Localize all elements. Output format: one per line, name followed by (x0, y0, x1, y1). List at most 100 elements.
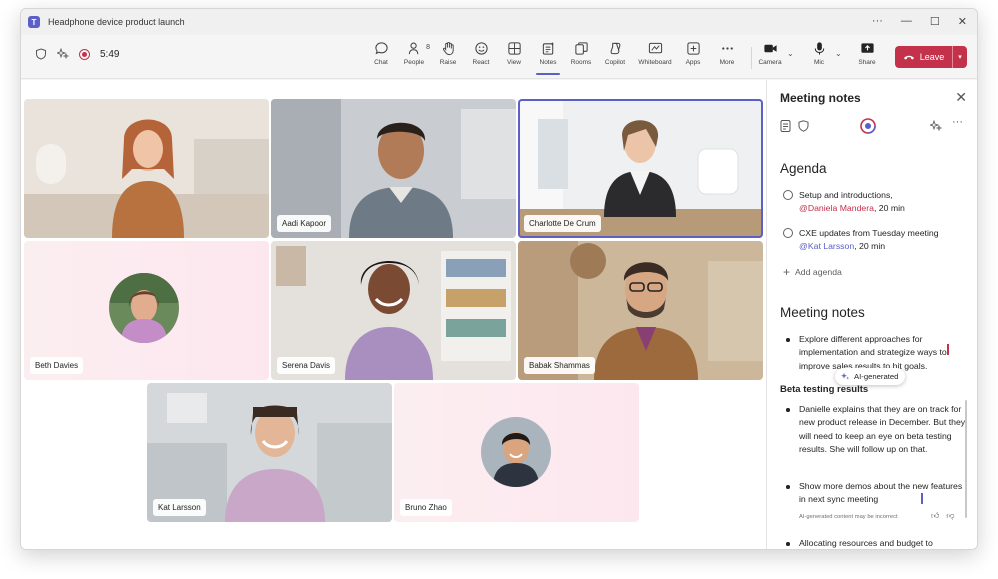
panel-more-icon[interactable]: ··· (952, 116, 963, 128)
agenda-item-duration: , 20 min (854, 241, 886, 251)
rooms-icon (574, 42, 588, 55)
agenda-checkbox[interactable] (783, 228, 793, 238)
participant-video (24, 99, 269, 238)
teams-window: T Headphone device product launch ··· — … (20, 8, 978, 550)
toolbar-notes-label: Notes (539, 59, 557, 66)
agenda-item[interactable]: CXE updates from Tuesday meeting @Kat La… (783, 227, 968, 253)
mic-icon (814, 42, 824, 55)
toolbar-apps-button[interactable]: Apps (675, 41, 711, 66)
panel-title: Meeting notes (780, 91, 861, 105)
toolbar-chat-button[interactable]: Chat (363, 41, 399, 66)
thumbs-up-icon[interactable]: 👍︎ (931, 511, 939, 521)
loop-icon[interactable] (860, 118, 876, 134)
react-icon (474, 42, 488, 55)
participant-tile[interactable]: Beth Davies (24, 241, 269, 380)
note-item[interactable]: Allocating resources and budget to diffe… (783, 537, 966, 549)
toolbar-whiteboard-label: Whiteboard (638, 59, 672, 66)
close-window-icon[interactable]: ✕ (958, 15, 967, 28)
participant-name: Kat Larsson (153, 499, 206, 516)
ai-generated-label: AI-generated (854, 372, 899, 381)
raise-hand-icon (442, 41, 454, 56)
toolbar-more-button[interactable]: More (709, 41, 745, 66)
toolbar-react-button[interactable]: React (463, 41, 499, 66)
ai-note-item[interactable]: Danielle explains that they are on track… (783, 403, 966, 457)
agenda-item-mention[interactable]: @Kat Larsson (799, 241, 854, 251)
participant-avatar (109, 273, 179, 343)
meeting-notes-panel: Meeting notes ✕ ··· Agenda Setup and int… (766, 80, 977, 549)
toolbar-whiteboard-button[interactable]: Whiteboard (635, 41, 675, 66)
more-icon (721, 47, 733, 50)
add-agenda-button[interactable]: + Add agenda (783, 265, 842, 279)
maximize-icon[interactable]: ☐ (930, 15, 940, 28)
camera-icon (763, 44, 777, 53)
sparkle-icon (841, 372, 850, 380)
add-agenda-label: Add agenda (795, 267, 842, 277)
panel-toolbar: ··· (780, 116, 968, 134)
meeting-status: 5:49 (35, 48, 119, 60)
toolbar-copilot-label: Copilot (604, 59, 626, 66)
agenda-item[interactable]: Setup and introductions, @Daniela Mander… (783, 189, 968, 215)
thumbs-down-icon[interactable]: 👎︎ (946, 511, 954, 521)
participant-tile[interactable] (24, 99, 269, 238)
ai-section-title: Beta testing results (780, 384, 869, 395)
meeting-toolbar: 5:49 Chat 8 People Raise React View Note… (21, 35, 977, 79)
shield-icon[interactable] (35, 48, 47, 60)
camera-options-chevron-icon[interactable]: ⌄ (787, 49, 794, 58)
whiteboard-icon (648, 42, 662, 54)
toolbar-camera-button[interactable]: Camera (752, 41, 788, 66)
participant-tile[interactable]: Charlotte De Crum (518, 99, 763, 238)
collaborator-cursor (947, 344, 949, 355)
toolbar-raise-button[interactable]: Raise (430, 41, 466, 66)
leave-label: Leave (919, 52, 945, 62)
toolbar-mic-button[interactable]: Mic (801, 41, 837, 66)
participant-tile[interactable]: Serena Davis (271, 241, 516, 380)
meeting-notes-heading: Meeting notes (780, 305, 865, 320)
ai-feedback: 👍︎ 👎︎ (931, 511, 955, 521)
mic-options-chevron-icon[interactable]: ⌄ (835, 49, 842, 58)
sparkle-icon[interactable] (57, 48, 69, 60)
toolbar-people-button[interactable]: 8 People (396, 41, 432, 66)
participant-name: Charlotte De Crum (524, 215, 601, 232)
agenda-item-mention[interactable]: @Daniela Mandera (799, 203, 874, 213)
participant-tile[interactable]: Kat Larsson (147, 383, 392, 522)
apps-icon (686, 42, 700, 55)
hang-up-icon (903, 55, 914, 60)
toolbar-more-label: More (719, 59, 735, 66)
document-icon[interactable] (780, 120, 791, 132)
participant-name: Bruno Zhao (400, 499, 452, 516)
agenda-item-text: CXE updates from Tuesday meeting (799, 228, 939, 238)
toolbar-notes-button[interactable]: Notes (530, 41, 566, 75)
leave-options-chevron-icon[interactable]: ▾ (953, 53, 967, 61)
toolbar-view-button[interactable]: View (496, 41, 532, 66)
notes-icon (542, 41, 554, 55)
recording-icon (79, 48, 90, 60)
participant-name: Babak Shammas (524, 357, 595, 374)
ai-note-item[interactable]: Show more demos about the new features i… (783, 480, 966, 507)
minimize-icon[interactable]: — (901, 15, 912, 28)
shield-icon[interactable] (798, 120, 809, 132)
agenda-checkbox[interactable] (783, 190, 793, 200)
toolbar-share-button[interactable]: Share (849, 41, 885, 66)
toolbar-view-label: View (507, 59, 521, 66)
title-bar: T Headphone device product launch ··· — … (21, 9, 977, 35)
close-panel-icon[interactable]: ✕ (955, 89, 967, 106)
leave-main-button[interactable]: Leave (895, 46, 953, 68)
toolbar-mic-label: Mic (813, 59, 825, 66)
participant-tile[interactable]: Aadi Kapoor (271, 99, 516, 238)
toolbar-people-label: People (403, 59, 425, 66)
toolbar-raise-label: Raise (439, 59, 457, 66)
agenda-item-duration: , 20 min (873, 203, 905, 213)
leave-button[interactable]: Leave ▾ (895, 46, 967, 68)
more-options-icon[interactable]: ··· (872, 15, 883, 28)
toolbar-rooms-button[interactable]: Rooms (563, 41, 599, 66)
people-icon (408, 42, 418, 55)
video-stage: Aadi Kapoor Charlotte De Crum Beth Davie… (21, 80, 766, 549)
participant-tile[interactable]: Babak Shammas (518, 241, 763, 380)
chat-icon (374, 42, 388, 55)
toolbar-camera-label: Camera (758, 59, 782, 66)
participant-tile[interactable]: Bruno Zhao (394, 383, 639, 522)
toolbar-apps-label: Apps (685, 59, 701, 66)
agenda-item-text: Setup and introductions, (799, 190, 893, 200)
toolbar-copilot-button[interactable]: Copilot (597, 41, 633, 66)
sparkle-icon[interactable] (930, 120, 942, 132)
